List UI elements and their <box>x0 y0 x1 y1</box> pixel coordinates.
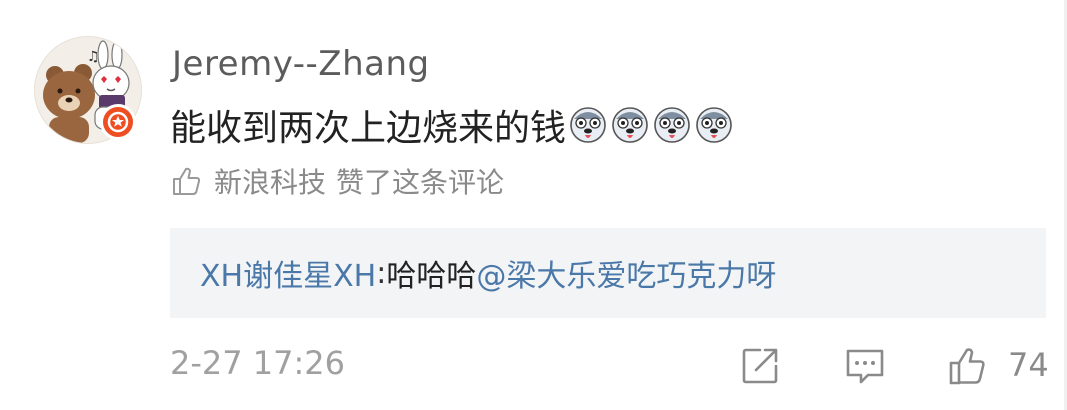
liked-by-account[interactable]: 新浪科技 <box>214 161 326 201</box>
comment-text: 能收到两次上边烧来的钱 <box>170 108 567 149</box>
reply-colon: : <box>376 255 387 291</box>
husky-emoji-icon <box>694 105 734 145</box>
reply-preview[interactable]: XH谢佳星XH : 哈哈哈 @梁大乐爱吃巧克力呀 <box>170 228 1046 318</box>
husky-emoji-icon <box>652 105 692 145</box>
vip-badge-icon <box>100 104 136 140</box>
reply-mention[interactable]: @梁大乐爱吃巧克力呀 <box>476 251 776 295</box>
liked-by-suffix: 赞了这条评论 <box>336 166 505 199</box>
like-button[interactable] <box>946 344 990 388</box>
comment-text-line: 能收到两次上边烧来的钱 <box>170 100 734 150</box>
share-icon <box>742 348 778 384</box>
reply-button[interactable] <box>843 344 887 388</box>
svg-text:♫: ♫ <box>87 49 100 65</box>
comment-timestamp: 2-27 17:26 <box>170 344 346 382</box>
reply-username[interactable]: XH谢佳星XH <box>200 251 376 295</box>
husky-emoji-icon <box>568 105 608 145</box>
thumbs-up-icon <box>949 348 985 385</box>
like-count: 74 <box>1008 346 1049 384</box>
share-button[interactable] <box>738 344 782 388</box>
liked-by-line: 新浪科技 赞了这条评论 <box>170 161 504 201</box>
reply-text: 哈哈哈 <box>386 259 477 294</box>
husky-emoji-icon <box>610 105 650 145</box>
thumbs-up-icon <box>173 167 201 195</box>
username[interactable]: Jeremy--Zhang <box>172 44 430 84</box>
comment-icon <box>846 349 884 384</box>
